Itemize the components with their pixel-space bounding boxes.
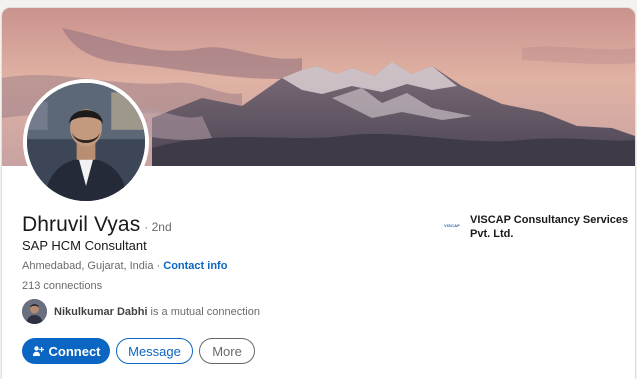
connect-button[interactable]: Connect — [22, 338, 110, 364]
current-company[interactable]: VISCAP VISCAP Consultancy Services Pvt. … — [442, 213, 630, 241]
mutual-connection-name: Nikulkumar Dabhi — [54, 305, 148, 318]
profile-actions: Connect Message More — [22, 338, 261, 364]
location-row: Ahmedabad, Gujarat, India · Contact info — [22, 260, 227, 272]
more-button[interactable]: More — [199, 338, 255, 364]
profile-name: Dhruvil Vyas — [22, 213, 141, 236]
company-logo-text: VISCAP — [443, 222, 461, 228]
add-person-icon — [32, 345, 44, 357]
profile-location: Ahmedabad, Gujarat, India · — [22, 260, 161, 272]
message-button[interactable]: Message — [116, 338, 193, 364]
name-row: Dhruvil Vyas · 2nd — [22, 213, 172, 237]
connection-degree: · 2nd — [144, 220, 172, 234]
mutual-connection-text: is a mutual connection — [150, 305, 260, 318]
connect-label: Connect — [48, 343, 101, 359]
mutual-connection[interactable]: Nikulkumar Dabhi is a mutual connection — [22, 299, 260, 324]
profile-card: Dhruvil Vyas · 2nd SAP HCM Consultant Ah… — [2, 8, 635, 379]
profile-headline: SAP HCM Consultant — [22, 238, 147, 253]
profile-photo[interactable] — [23, 79, 149, 205]
company-logo: VISCAP — [442, 215, 462, 235]
mutual-connection-avatar — [22, 299, 47, 324]
company-name: VISCAP Consultancy Services Pvt. Ltd. — [470, 214, 629, 240]
connections-count[interactable]: 213 connections — [22, 280, 102, 292]
contact-info-link[interactable]: Contact info — [163, 260, 227, 272]
